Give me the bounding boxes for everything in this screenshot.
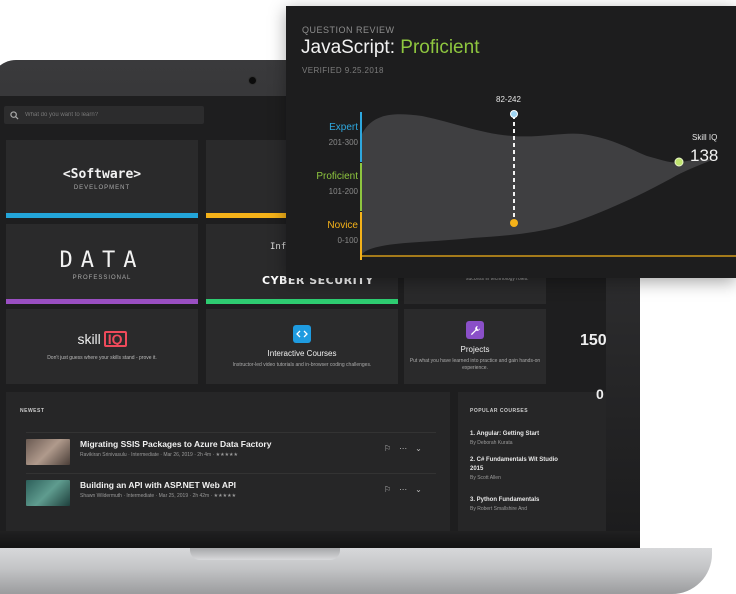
search-bar[interactable] (4, 106, 204, 124)
feature-description: Put what you have learned into practice … (409, 358, 541, 371)
popular-course-title: 1. Angular: Getting Start (470, 431, 540, 437)
code-icon (293, 324, 311, 343)
course-thumbnail (26, 480, 70, 506)
more-options-icon[interactable]: ⋯ (399, 444, 407, 453)
tile-subtitle: PROFESSIONAL (72, 274, 132, 281)
course-row[interactable]: Building an API with ASP.NET Web API Sha… (26, 473, 436, 506)
range-high-marker (510, 110, 518, 118)
band-range: 101-200 (328, 187, 358, 196)
course-actions: ⚐ ⋯ ⌄ (384, 485, 422, 494)
popular-course-title: 2. C# Fundamentals Wit Studio 2015 (470, 457, 558, 472)
section-label-popular: POPULAR COURSES (470, 408, 529, 414)
laptop-base (0, 548, 712, 594)
card-overline: QUESTION REVIEW (302, 25, 395, 35)
skill-distribution-chart (362, 110, 736, 257)
newest-section: NEWEST Migrating SSIS Packages to Azure … (6, 392, 450, 531)
feature-title: Projects (460, 345, 490, 354)
course-row[interactable]: Migrating SSIS Packages to Azure Data Fa… (26, 432, 436, 465)
band-name: Expert (329, 122, 358, 133)
card-subject: JavaScript: (301, 37, 401, 58)
card-title: JavaScript: Proficient (301, 37, 479, 59)
feature-interactive-courses[interactable]: Interactive Courses Instructor-led video… (206, 309, 398, 384)
popular-course-author: By Robert Smallshire And (470, 506, 527, 512)
popular-course-author: By Deborah Kurata (470, 440, 513, 446)
skill-iq-value: 138 (690, 146, 719, 165)
card-level: Proficient (400, 37, 480, 58)
popular-course-title: 3. Python Fundamentals (470, 497, 540, 503)
skill-iq-logo-mark: IQ (103, 331, 127, 347)
band-novice: Novice 0-100 (327, 220, 358, 245)
band-proficient: Proficient 101-200 (316, 171, 358, 196)
feature-description: Don't just guess where your skills stand… (47, 355, 157, 361)
skill-iq-label: Skill IQ (692, 133, 718, 142)
popular-course-item[interactable]: 1. Angular: Getting Start By Deborah Kur… (470, 430, 600, 446)
stat-value: 0 (596, 386, 604, 402)
card-verified-date: VERIFIED 9.25.2018 (302, 66, 384, 75)
bookmark-icon[interactable]: ⚐ (384, 444, 391, 453)
chevron-down-icon[interactable]: ⌄ (415, 444, 422, 453)
skill-iq-card: QUESTION REVIEW JavaScript: Proficient V… (286, 6, 736, 278)
course-meta: Ravikiran Srinivasulu · Intermediate · M… (80, 452, 239, 458)
range-low-marker (510, 219, 518, 227)
popular-courses-section: POPULAR COURSES 1. Angular: Getting Star… (458, 392, 606, 531)
feature-description: Instructor-led video tutorials and in-br… (232, 361, 372, 368)
tile-title: DATA (59, 247, 145, 273)
feature-title: Interactive Courses (267, 348, 337, 358)
chevron-down-icon[interactable]: ⌄ (415, 485, 422, 494)
feature-skill-iq[interactable]: skill IQ Don't just guess where your ski… (6, 309, 198, 384)
search-input[interactable] (25, 112, 195, 118)
tile-data-professional[interactable]: DATA PROFESSIONAL (6, 224, 198, 304)
popular-course-author: By Scott Allen (470, 475, 501, 481)
wrench-icon (466, 321, 484, 339)
popular-course-item[interactable]: 2. C# Fundamentals Wit Studio 2015 By Sc… (470, 456, 600, 481)
course-thumbnail (26, 439, 70, 465)
skill-iq-marker (674, 157, 684, 167)
tile-software-development[interactable]: <Software> DEVELOPMENT (6, 140, 198, 218)
stat-value: 150 (580, 332, 606, 349)
popular-course-item[interactable]: 3. Python Fundamentals By Robert Smallsh… (470, 496, 600, 512)
band-name: Proficient (316, 171, 358, 182)
band-range: 0-100 (337, 236, 358, 245)
tile-subtitle: DEVELOPMENT (73, 185, 131, 191)
tile-accent-bar (6, 213, 198, 218)
band-expert: Expert 201-300 (329, 122, 358, 147)
course-title[interactable]: Migrating SSIS Packages to Azure Data Fa… (80, 439, 271, 449)
camera-icon (248, 76, 257, 85)
tile-title: <Software> (62, 167, 142, 182)
skill-iq-logo-text: skill (77, 331, 101, 347)
section-label-newest: NEWEST (20, 408, 45, 414)
course-meta: Shawn Wildermuth · Intermediate · Mar 25… (80, 493, 237, 499)
course-actions: ⚐ ⋯ ⌄ (384, 444, 422, 453)
distribution-area (362, 114, 712, 254)
tile-accent-bar (6, 299, 198, 304)
tile-accent-bar (206, 299, 398, 304)
band-range: 201-300 (328, 138, 358, 147)
search-icon (10, 110, 19, 120)
course-title[interactable]: Building an API with ASP.NET Web API (80, 480, 236, 490)
score-range-label: 82-242 (496, 95, 521, 104)
laptop-notch (190, 548, 340, 560)
skill-iq-logo: skill IQ (77, 331, 127, 347)
band-name: Novice (327, 220, 358, 231)
bookmark-icon[interactable]: ⚐ (384, 485, 391, 494)
tile-overline: Inf (270, 242, 287, 252)
feature-projects[interactable]: Projects Put what you have learned into … (404, 309, 546, 384)
more-options-icon[interactable]: ⋯ (399, 485, 407, 494)
